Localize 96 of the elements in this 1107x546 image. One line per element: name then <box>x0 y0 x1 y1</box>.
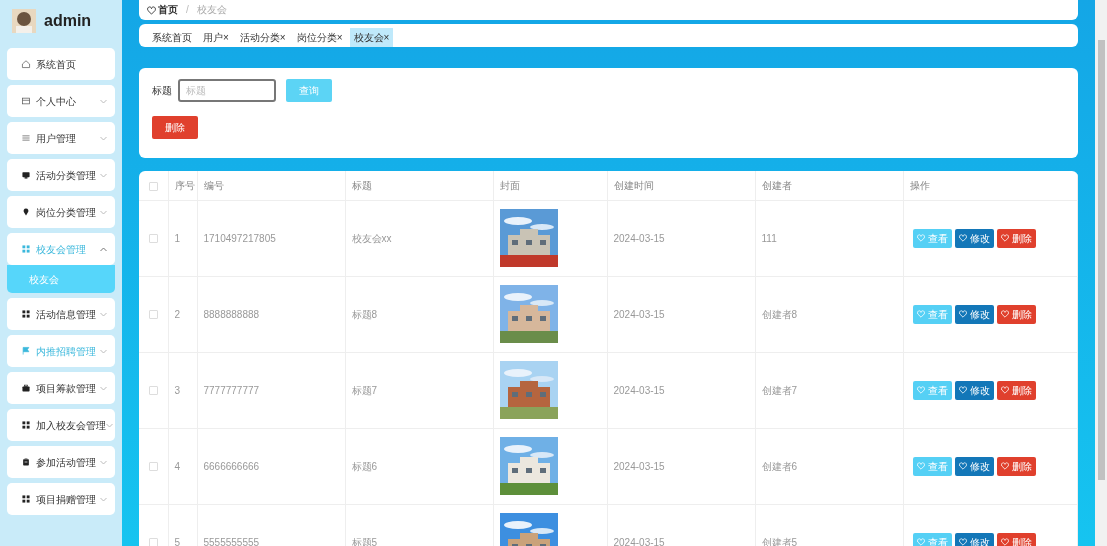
heart-icon <box>147 5 156 15</box>
edit-button[interactable]: 修改 <box>954 228 994 248</box>
card-icon <box>21 96 31 106</box>
heart-icon <box>916 310 925 318</box>
heart-icon <box>1000 538 1009 546</box>
column-header: 操作 <box>909 179 930 191</box>
menu-item[interactable]: 参加活动管理 <box>7 446 115 478</box>
heart-icon <box>958 462 967 470</box>
creator-text: 创建者5 <box>761 536 798 546</box>
checkbox[interactable] <box>148 234 158 244</box>
edit-button[interactable]: 修改 <box>954 456 994 476</box>
checkbox[interactable] <box>148 310 158 320</box>
title-text: 标题8 <box>351 308 378 320</box>
row-number: 4 <box>174 460 181 472</box>
heart-icon <box>958 310 967 318</box>
menu-item[interactable]: 个人中心 <box>7 85 115 117</box>
heart-icon <box>958 234 967 242</box>
menu-item[interactable]: 内推招聘管理 <box>7 335 115 367</box>
heart-icon <box>1000 234 1009 242</box>
checkbox[interactable] <box>148 538 158 546</box>
flag-icon <box>21 346 31 356</box>
grid-icon <box>21 420 31 430</box>
delete-button[interactable]: 删除 <box>996 456 1036 476</box>
checkbox[interactable] <box>148 386 158 396</box>
heart-icon <box>916 538 925 546</box>
title-input-field[interactable]: 标题 <box>178 79 276 102</box>
search-label: 标题 <box>152 84 172 98</box>
grid-icon <box>21 309 31 319</box>
creator-text: 创建者6 <box>761 460 798 472</box>
column-header: 标题 <box>351 179 372 191</box>
breadcrumb-current: 校友会 <box>196 4 227 16</box>
checkbox[interactable] <box>148 462 158 472</box>
breadcrumb-link[interactable]: 首页 <box>147 4 178 16</box>
home-icon <box>21 59 31 69</box>
column-header: 创建者 <box>761 179 792 191</box>
delete-button[interactable]: 删除 <box>152 116 198 139</box>
date-text: 2024-03-15 <box>613 536 665 546</box>
delete-button[interactable]: 删除 <box>996 304 1036 324</box>
code-text: 5555555555 <box>203 536 260 546</box>
heart-icon <box>1000 386 1009 394</box>
delete-button[interactable]: 删除 <box>996 228 1036 248</box>
heart-icon <box>916 386 925 394</box>
briefcase-icon <box>21 383 31 393</box>
heart-icon <box>958 538 967 546</box>
menu-item[interactable]: 活动分类管理 <box>7 159 115 191</box>
row-number: 2 <box>174 308 181 320</box>
delete-button[interactable]: 删除 <box>996 380 1036 400</box>
column-header: 封面 <box>499 179 520 191</box>
column-header: 序号 <box>174 179 195 191</box>
heart-icon <box>958 386 967 394</box>
row-number: 5 <box>174 536 181 546</box>
code-text: 8888888888 <box>203 308 260 320</box>
date-text: 2024-03-15 <box>613 308 665 320</box>
title-text: 校友会xx <box>351 232 392 244</box>
heart-icon <box>916 234 925 242</box>
creator-text: 创建者7 <box>761 384 798 396</box>
edit-button[interactable]: 修改 <box>954 380 994 400</box>
checkbox[interactable] <box>148 181 158 191</box>
scrollbar[interactable] <box>1095 0 1107 546</box>
code-text: 6666666666 <box>203 460 260 472</box>
menu-item[interactable]: 加入校友会管理 <box>7 409 115 441</box>
grid-icon <box>21 244 31 254</box>
title-text: 标题6 <box>351 460 378 472</box>
monitor-icon <box>21 170 31 180</box>
row-number: 3 <box>174 384 181 396</box>
creator-text: 111 <box>761 232 777 244</box>
date-text: 2024-03-15 <box>613 232 665 244</box>
column-header: 创建时间 <box>613 179 654 191</box>
code-text: 7777777777 <box>203 384 260 396</box>
creator-text: 创建者8 <box>761 308 798 320</box>
avatar-icon <box>12 9 36 33</box>
menu-item[interactable]: 系统首页 <box>7 48 115 80</box>
menu-item[interactable]: 活动信息管理 <box>7 298 115 330</box>
grid-icon <box>21 494 31 504</box>
row-number: 1 <box>174 232 181 244</box>
date-text: 2024-03-15 <box>613 384 665 396</box>
menu-item[interactable]: 项目捐赠管理 <box>7 483 115 515</box>
heart-icon <box>1000 462 1009 470</box>
title-text: 标题7 <box>351 384 378 396</box>
date-text: 2024-03-15 <box>613 460 665 472</box>
menu-item[interactable]: 校友会管理 <box>7 233 115 265</box>
heart-icon <box>916 462 925 470</box>
clipboard-icon <box>21 457 31 467</box>
menu-item[interactable]: 项目筹款管理 <box>7 372 115 404</box>
menu-item[interactable]: 岗位分类管理 <box>7 196 115 228</box>
heart-icon <box>1000 310 1009 318</box>
code-text: 1710497217805 <box>203 232 276 244</box>
edit-button[interactable]: 修改 <box>954 304 994 324</box>
user-name: admin <box>44 11 92 31</box>
column-header: 编号 <box>203 179 224 191</box>
menu-item[interactable]: 用户管理 <box>7 122 115 154</box>
breadcrumb-separator: / <box>186 4 189 16</box>
title-text: 标题5 <box>351 536 378 546</box>
tab[interactable]: 校友会× <box>349 28 394 47</box>
sliders-icon <box>21 133 31 143</box>
pin-icon <box>21 207 31 217</box>
